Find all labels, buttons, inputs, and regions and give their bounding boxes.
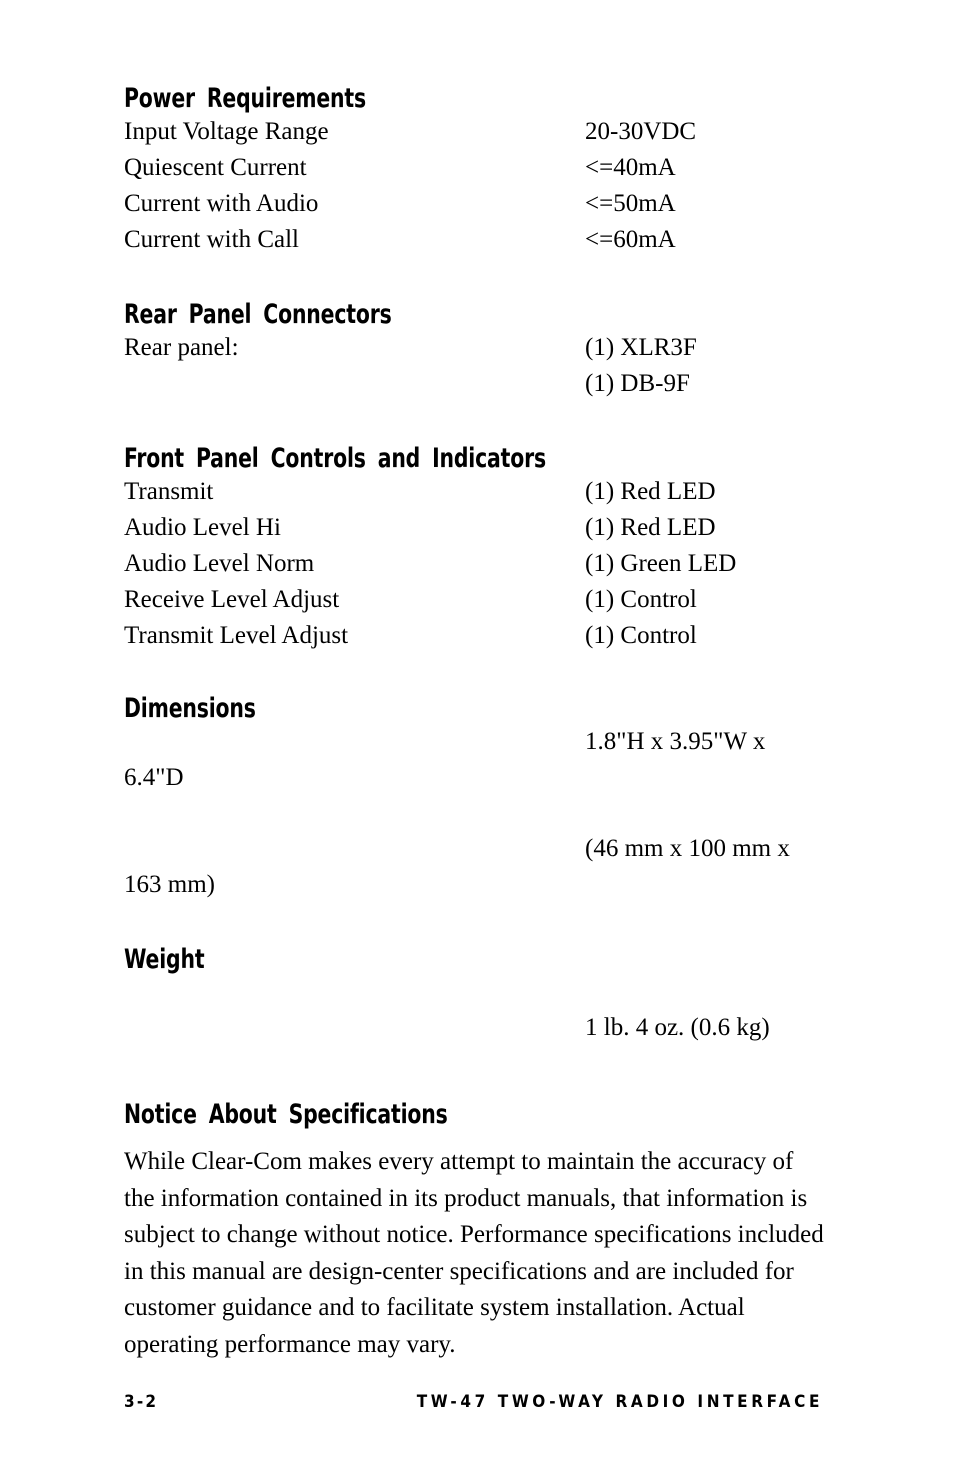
spec-label [124,366,585,402]
spec-label: Rear panel: [124,334,239,361]
spec-value: (1) XLR3F [585,334,697,361]
spec-value: <=60mA [585,226,676,253]
line-spacer [124,975,824,1010]
spec-label: Current with Call [124,226,299,253]
line-spacer [124,796,824,831]
spec-value: (1) Red LED [585,478,716,505]
dimensions-value-block: 1.8"H x 3.95"W x 6.4"D (46 mm x 100 mm x… [124,724,824,903]
section-heading-power-requirements: Power Requirements [124,83,366,114]
spec-row: Quiescent Current <=40mA [124,150,824,186]
spec-row: Rear panel: (1) XLR3F [124,330,824,366]
footer-running-title: TW-47 TWO-WAY RADIO INTERFACE [416,1392,823,1412]
spec-row: Transmit (1) Red LED [124,474,824,510]
spec-label: Input Voltage Range [124,118,329,145]
section-heading-notice-about-specifications: Notice About Specifications [124,1099,448,1130]
weight-value: 1 lb. 4 oz. (0.6 kg) [585,1014,770,1041]
section-heading-weight: Weight [124,944,205,975]
spec-value: <=40mA [585,154,676,181]
spec-row: Receive Level Adjust (1) Control [124,582,824,618]
footer-page-number: 3-2 [124,1392,159,1412]
spec-row: Audio Level Hi (1) Red LED [124,510,824,546]
dimensions-inches-line-1: 1.8"H x 3.95"W x [585,728,766,755]
spec-row: Current with Audio <=50mA [124,186,824,222]
spec-value: (1) Red LED [585,514,716,541]
spec-row: Input Voltage Range 20-30VDC [124,114,824,150]
spec-label: Audio Level Norm [124,550,315,577]
page-content: Power Requirements Input Voltage Range 2… [124,84,824,1363]
spec-label: Receive Level Adjust [124,586,340,613]
spec-value: <=50mA [585,190,676,217]
spec-label: Current with Audio [124,190,319,217]
spec-row: Audio Level Norm (1) Green LED [124,546,824,582]
spec-label: Transmit Level Adjust [124,622,349,649]
spec-value: (1) Control [585,622,697,649]
spec-label: Audio Level Hi [124,514,281,541]
spec-row: (1) DB-9F [124,366,824,402]
weight-value-block: 1 lb. 4 oz. (0.6 kg) [124,975,824,1046]
dimensions-mm-line-1: (46 mm x 100 mm x [585,835,790,862]
heading-spacer [124,1130,824,1144]
section-heading-front-panel-controls: Front Panel Controls and Indicators [124,443,546,474]
page-footer: 3-2 TW-47 TWO-WAY RADIO INTERFACE [124,1392,823,1412]
notice-body-paragraph: While Clear-Com makes every attempt to m… [124,1148,824,1358]
spec-value: 20-30VDC [585,118,697,145]
spec-value: (1) DB-9F [585,370,690,397]
spec-value: (1) Control [585,586,697,613]
spec-label: Quiescent Current [124,154,307,181]
spec-row: Current with Call <=60mA [124,222,824,258]
manual-page: Power Requirements Input Voltage Range 2… [0,0,954,1482]
dimensions-mm-line-2: 163 mm) [124,871,215,898]
spec-row: Transmit Level Adjust (1) Control [124,618,824,654]
section-heading-rear-panel-connectors: Rear Panel Connectors [124,299,392,330]
section-heading-dimensions: Dimensions [124,693,256,724]
dimensions-inches-line-2: 6.4"D [124,764,184,791]
spec-value: (1) Green LED [585,550,737,577]
spec-label: Transmit [124,478,214,505]
